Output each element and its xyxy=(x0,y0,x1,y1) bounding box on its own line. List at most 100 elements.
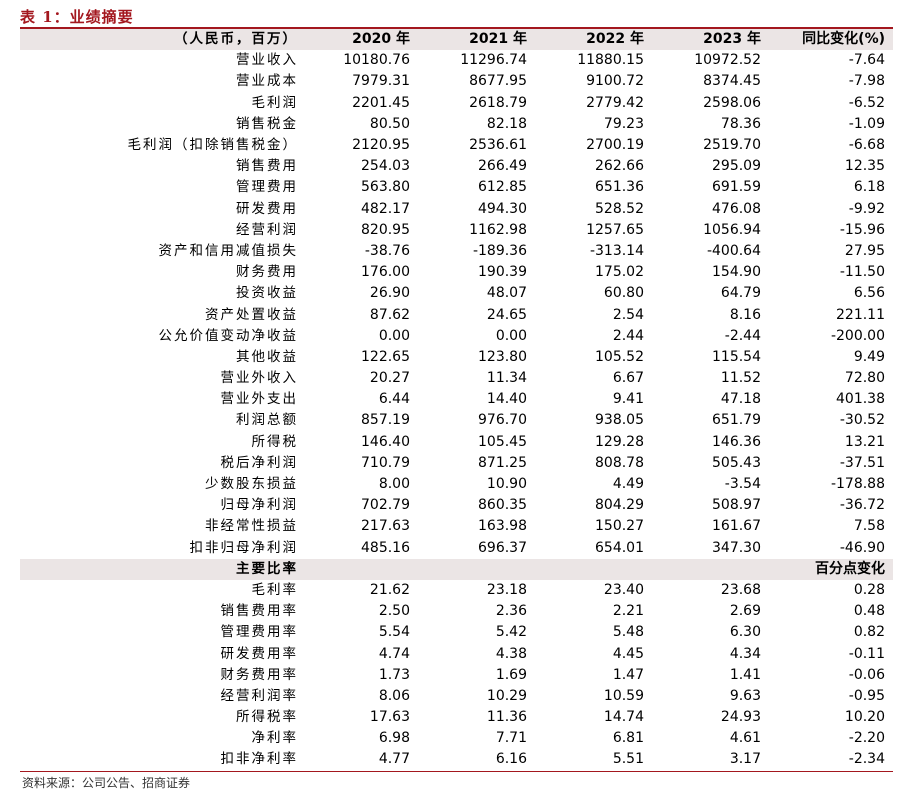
table-row: 扣非归母净利润 485.16 696.37 654.01 347.30 -46.90 xyxy=(20,538,893,559)
table-cell: 6.56 xyxy=(853,285,885,302)
table-cell: 2.54 xyxy=(612,306,644,323)
table-cell: 9100.72 xyxy=(586,73,644,90)
table-cell: 47.18 xyxy=(720,391,761,408)
row-label: 非经常性损益 xyxy=(205,518,298,535)
table-cell: -313.14 xyxy=(589,242,644,259)
table-cell: 6.44 xyxy=(378,391,410,408)
table-cell: 508.97 xyxy=(712,497,761,514)
table-cell: 10.90 xyxy=(486,476,527,493)
table-cell: 11.36 xyxy=(486,709,527,726)
table-cell: 808.78 xyxy=(595,454,644,471)
table-cell: 8.06 xyxy=(378,687,410,704)
table-cell: 2.21 xyxy=(612,603,644,620)
row-label: 研发费用率 xyxy=(220,645,298,662)
table-cell: 2.44 xyxy=(612,327,644,344)
table-cell: -200.00 xyxy=(830,327,885,344)
table-cell: -2.20 xyxy=(848,730,885,747)
table-cell: -1.09 xyxy=(848,115,885,132)
table-cell: 2618.79 xyxy=(469,94,527,111)
table-cell: 476.08 xyxy=(712,200,761,217)
row-label: 扣非净利率 xyxy=(20,749,300,772)
table-cell: 7.71 xyxy=(495,730,527,747)
row-label: 财务费用 xyxy=(236,264,298,281)
table-cell: -37.51 xyxy=(839,454,885,471)
table-cell: 4.45 xyxy=(612,645,644,662)
table-cell: 10.59 xyxy=(603,687,644,704)
table-cell: -0.95 xyxy=(848,687,885,704)
table-cell: 5.42 xyxy=(495,624,527,641)
table-cell: 146.40 xyxy=(361,433,410,450)
table-row: 管理费用 563.80 612.85 651.36 691.59 6.18 xyxy=(20,177,893,198)
table-cell: 115.54 xyxy=(712,348,761,365)
table-cell: 654.01 xyxy=(595,539,644,556)
row-label: 营业成本 xyxy=(236,73,298,90)
table-cell: -36.72 xyxy=(839,497,885,514)
table-cell: 2.36 xyxy=(495,603,527,620)
table-cell: 702.79 xyxy=(361,497,410,514)
table-cell: 4.34 xyxy=(729,645,761,662)
table-cell: 5.51 xyxy=(535,749,652,772)
table-row: 经营利润 820.95 1162.98 1257.65 1056.94 -15.96 xyxy=(20,220,893,241)
table-cell: 23.68 xyxy=(720,581,761,598)
table-cell: 938.05 xyxy=(595,412,644,429)
table-cell: 129.28 xyxy=(595,433,644,450)
table-cell: -11.50 xyxy=(839,264,885,281)
table-cell: 262.66 xyxy=(595,158,644,175)
row-label: 扣非归母净利润 xyxy=(189,539,298,556)
table-cell: 0.00 xyxy=(495,327,527,344)
table-cell: 176.00 xyxy=(361,264,410,281)
table-row: 毛利润 2201.45 2618.79 2779.42 2598.06 -6.52 xyxy=(20,93,893,114)
table-cell: -189.36 xyxy=(472,242,527,259)
table-cell: 78.36 xyxy=(720,115,761,132)
column-header-2022: 2022 年 xyxy=(535,29,652,51)
table-cell: 10180.76 xyxy=(343,52,410,69)
column-header-2021: 2021 年 xyxy=(418,29,535,51)
table-cell: 20.27 xyxy=(369,370,410,387)
table-cell: 122.65 xyxy=(361,348,410,365)
table-cell: 494.30 xyxy=(478,200,527,217)
row-label: 归母净利润 xyxy=(220,497,298,514)
column-header-unit: （人民币，百万） xyxy=(20,29,300,51)
table-cell: 0.48 xyxy=(853,603,885,620)
table-cell: 105.52 xyxy=(595,348,644,365)
row-label: 其他收益 xyxy=(236,348,298,365)
table-cell: 860.35 xyxy=(478,497,527,514)
ratio-row: 财务费用率 1.73 1.69 1.47 1.41 -0.06 xyxy=(20,665,893,686)
table-cell: -7.98 xyxy=(848,73,885,90)
column-header-2020: 2020 年 xyxy=(300,29,418,51)
table-cell: 6.16 xyxy=(418,749,535,772)
table-cell: -15.96 xyxy=(839,221,885,238)
row-label: 利润总额 xyxy=(236,412,298,429)
table-cell: 64.79 xyxy=(720,285,761,302)
table-cell: 14.40 xyxy=(486,391,527,408)
row-label: 管理费用 xyxy=(236,179,298,196)
table-cell: 651.79 xyxy=(712,412,761,429)
table-cell: 79.23 xyxy=(603,115,644,132)
table-cell: 154.90 xyxy=(712,264,761,281)
table-cell: -2.44 xyxy=(724,327,761,344)
table-title: 表 1：业绩摘要 xyxy=(20,8,134,26)
table-cell: 347.30 xyxy=(712,539,761,556)
table-cell: 696.37 xyxy=(478,539,527,556)
table-cell: 3.17 xyxy=(652,749,769,772)
table-cell: 10.29 xyxy=(486,687,527,704)
row-label: 管理费用率 xyxy=(220,624,298,641)
table-cell: 1162.98 xyxy=(469,221,527,238)
table-cell: 146.36 xyxy=(712,433,761,450)
table-cell: -2.34 xyxy=(769,749,893,772)
table-cell: -38.76 xyxy=(364,242,410,259)
table-cell: 1.69 xyxy=(495,666,527,683)
row-label: 营业收入 xyxy=(236,52,298,69)
row-label: 经营利润 xyxy=(236,221,298,238)
table-cell: 150.27 xyxy=(595,518,644,535)
table-row: 所得税 146.40 105.45 129.28 146.36 13.21 xyxy=(20,432,893,453)
row-label: 资产处置收益 xyxy=(205,306,298,323)
table-cell: 161.67 xyxy=(712,518,761,535)
table-cell: 482.17 xyxy=(361,200,410,217)
table-cell: 4.38 xyxy=(495,645,527,662)
table-cell: 2201.45 xyxy=(352,94,410,111)
table-row: 利润总额 857.19 976.70 938.05 651.79 -30.52 xyxy=(20,410,893,431)
table-cell: 1.41 xyxy=(729,666,761,683)
table-cell: -6.52 xyxy=(848,94,885,111)
table-cell: 505.43 xyxy=(712,454,761,471)
